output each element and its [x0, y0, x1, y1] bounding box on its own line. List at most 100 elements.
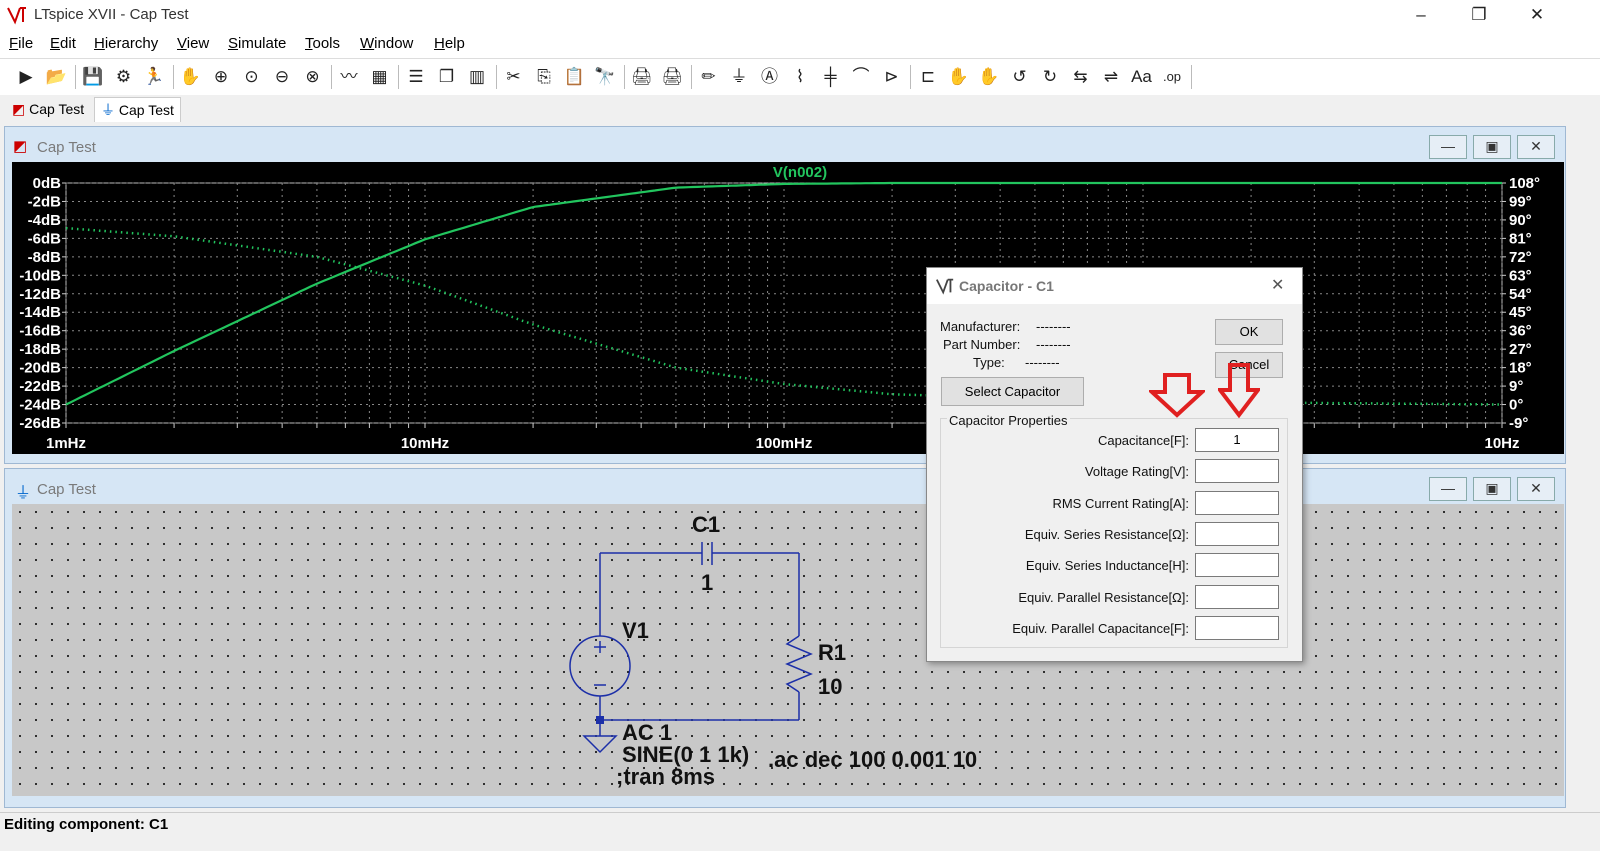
- ok-button[interactable]: OK: [1215, 319, 1283, 345]
- label-icon[interactable]: Ⓐ: [756, 64, 784, 90]
- c1-value[interactable]: 1: [701, 570, 713, 596]
- drag-icon[interactable]: ✋: [975, 64, 1003, 90]
- tile-vertical-icon[interactable]: ▥: [463, 64, 491, 90]
- x-tick-label: 10Hz: [1484, 435, 1519, 452]
- ltspice-logo-icon: [936, 278, 954, 295]
- y-tick-label-left: -14dB: [19, 304, 61, 321]
- undo-icon[interactable]: ↺: [1006, 64, 1034, 90]
- schematic-close-button[interactable]: ✕: [1517, 477, 1555, 501]
- menu-hierarchy[interactable]: Hierarchy: [94, 35, 158, 52]
- rms-current-label: RMS Current Rating[A]:: [1052, 496, 1189, 511]
- paste-icon[interactable]: 📋: [561, 64, 589, 90]
- print-icon[interactable]: 🖨: [658, 64, 686, 90]
- redo-icon[interactable]: ↻: [1036, 64, 1064, 90]
- menu-simulate[interactable]: Simulate: [228, 35, 286, 52]
- copy-icon[interactable]: ⎘: [530, 64, 558, 90]
- menu-bar: File Edit Hierarchy View Simulate Tools …: [0, 30, 1600, 58]
- menu-file[interactable]: File: [9, 35, 33, 52]
- tab-waveform[interactable]: ◩ Cap Test: [6, 97, 90, 121]
- component-icon[interactable]: ⊏: [914, 64, 942, 90]
- y-tick-label-right: 45°: [1509, 304, 1532, 321]
- menu-edit[interactable]: Edit: [50, 35, 76, 52]
- control-panel-icon[interactable]: ⚙: [110, 64, 138, 90]
- spice-directive-icon[interactable]: .op: [1158, 64, 1186, 90]
- rotate-icon[interactable]: ⇆: [1067, 64, 1095, 90]
- y-tick-label-left: -18dB: [19, 341, 61, 358]
- pan-icon[interactable]: ✋: [177, 64, 205, 90]
- resistor-icon[interactable]: ⌇: [786, 64, 814, 90]
- cut-icon[interactable]: ✂: [500, 64, 528, 90]
- waveform-plot[interactable]: 0dB 108° -2dB 99° -4dB 90° -6dB 81° -8dB 72° -10dB…: [12, 162, 1564, 454]
- parallel-resistance-field[interactable]: [1195, 585, 1279, 609]
- zoom-area-icon[interactable]: ⊙: [238, 64, 266, 90]
- run-icon[interactable]: ▶: [12, 64, 40, 90]
- annotation-arrow-icon: [1149, 373, 1205, 418]
- rms-current-field[interactable]: [1195, 491, 1279, 515]
- capacitance-field[interactable]: 1: [1195, 428, 1279, 452]
- v1-name[interactable]: V1: [622, 618, 649, 644]
- autorange-icon[interactable]: 〰: [335, 64, 363, 90]
- capacitor-icon[interactable]: ╪: [817, 64, 845, 90]
- halt-icon[interactable]: 🏃: [140, 64, 168, 90]
- y-tick-label-right: 36°: [1509, 323, 1532, 340]
- toolbar: ▶ 📂 💾 ⚙ 🏃 ✋ ⊕ ⊙ ⊖ ⊗ 〰 ▦ ☰ ❐ ▥ ✂ ⎘ 📋 🔭 🖨 🖨 ✏ ⏚ Ⓐ ⌇ ╪ ⌒ ⊳ ⊏ ✋ ✋ ↺ ↻ ⇆ ⇌ Aa .op: [0, 58, 1600, 96]
- plot-maximize-button[interactable]: ▣: [1473, 135, 1511, 159]
- y-tick-label-right: 90°: [1509, 212, 1532, 229]
- zoom-out-icon[interactable]: ⊖: [268, 64, 296, 90]
- minimize-button[interactable]: –: [1398, 0, 1444, 30]
- open-icon[interactable]: 📂: [43, 64, 71, 90]
- y-tick-label-left: -4dB: [28, 212, 62, 229]
- select-capacitor-button[interactable]: Select Capacitor: [941, 377, 1084, 406]
- waveform-icon: ◩: [13, 138, 28, 155]
- text-icon[interactable]: Aa: [1128, 64, 1156, 90]
- mirror-icon[interactable]: ⇌: [1097, 64, 1125, 90]
- r1-value[interactable]: 10: [818, 674, 842, 700]
- x-tick-label: 10mHz: [401, 435, 449, 452]
- r1-name[interactable]: R1: [818, 640, 846, 666]
- close-button[interactable]: ✕: [1514, 0, 1560, 30]
- inductor-icon[interactable]: ⌒: [847, 64, 875, 90]
- ltspice-logo-icon: [7, 7, 26, 25]
- toolbar-separator: [495, 65, 497, 89]
- voltage-rating-field[interactable]: [1195, 459, 1279, 483]
- c1-name[interactable]: C1: [692, 512, 720, 538]
- tile-horizontal-icon[interactable]: ☰: [402, 64, 430, 90]
- tab-label: Cap Test: [118, 102, 174, 118]
- esl-label: Equiv. Series Inductance[H]:: [1025, 558, 1189, 573]
- schematic-minimize-button[interactable]: —: [1429, 477, 1467, 501]
- ac-directive[interactable]: .ac dec 100 0.001 10: [768, 747, 977, 773]
- diode-icon[interactable]: ⊳: [878, 64, 906, 90]
- plot-close-button[interactable]: ✕: [1517, 135, 1555, 159]
- type-value: --------: [1025, 355, 1060, 370]
- zoom-fit-icon[interactable]: ⊗: [299, 64, 327, 90]
- menu-view[interactable]: View: [177, 35, 209, 52]
- restore-button[interactable]: ❐: [1456, 0, 1502, 30]
- schematic-maximize-button[interactable]: ▣: [1473, 477, 1511, 501]
- plot-minimize-button[interactable]: —: [1429, 135, 1467, 159]
- esl-field[interactable]: [1195, 553, 1279, 577]
- window-title: LTspice XVII - Cap Test: [34, 6, 189, 23]
- menu-window[interactable]: Window: [360, 35, 413, 52]
- dialog-close-button[interactable]: ✕: [1271, 275, 1284, 295]
- toolbar-separator: [690, 65, 692, 89]
- esr-field[interactable]: [1195, 522, 1279, 546]
- save-icon[interactable]: 💾: [79, 64, 107, 90]
- parallel-capacitance-label: Equiv. Parallel Capacitance[F]:: [1012, 621, 1189, 636]
- menu-tools[interactable]: Tools: [305, 35, 340, 52]
- tab-schematic[interactable]: ⏚ Cap Test: [94, 97, 181, 122]
- cascade-icon[interactable]: ❐: [433, 64, 461, 90]
- schematic-icon: ⏚: [101, 102, 115, 118]
- wire-icon[interactable]: ✏: [695, 64, 723, 90]
- find-icon[interactable]: 🔭: [591, 64, 619, 90]
- grid-icon[interactable]: ▦: [366, 64, 394, 90]
- ground-icon[interactable]: ⏚: [725, 64, 753, 90]
- part-number-value: --------: [1036, 337, 1071, 352]
- print-setup-icon[interactable]: 🖨: [628, 64, 656, 90]
- move-icon[interactable]: ✋: [945, 64, 973, 90]
- menu-help[interactable]: Help: [434, 35, 465, 52]
- tran-directive[interactable]: ;tran 8ms: [616, 764, 715, 790]
- zoom-in-icon[interactable]: ⊕: [207, 64, 235, 90]
- y-tick-label-left: -12dB: [19, 286, 61, 303]
- schematic-canvas[interactable]: C1 1 V1 R1 10 AC 1 SINE(0 1 1k) ;tran 8m…: [12, 504, 1564, 796]
- parallel-capacitance-field[interactable]: [1195, 616, 1279, 640]
